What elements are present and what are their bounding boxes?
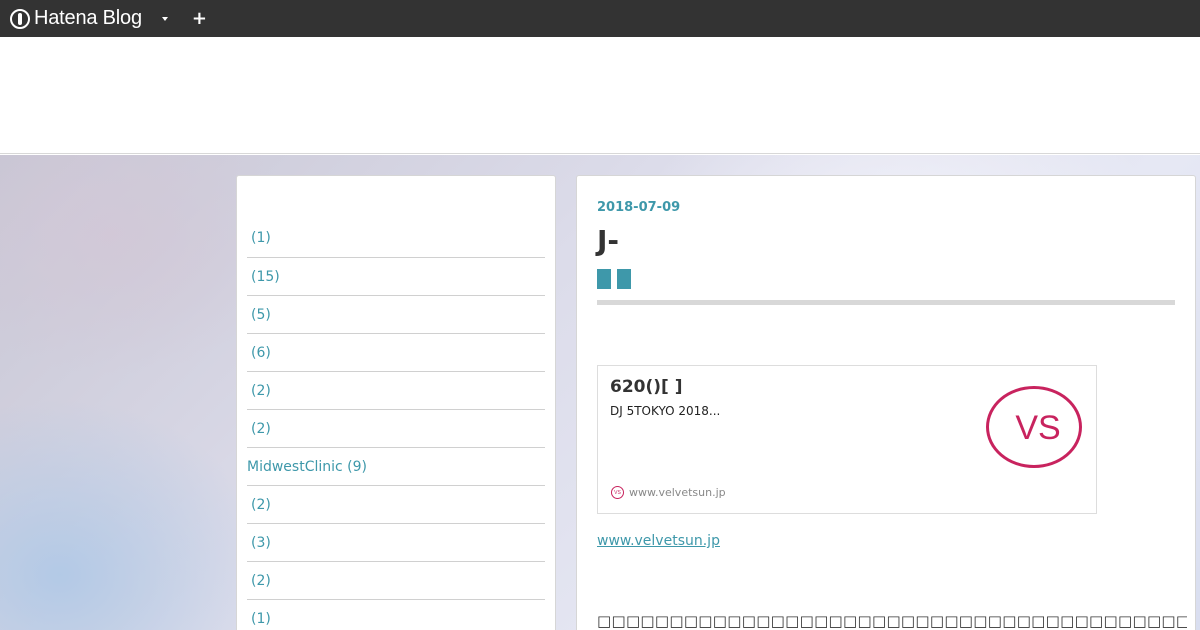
entry-date[interactable]: 2018-07-09 (597, 200, 680, 215)
category-link[interactable]: (2) (247, 372, 545, 410)
title-divider (597, 300, 1175, 305)
favicon-icon: VS (611, 486, 624, 499)
category-link[interactable]: (5) (247, 296, 545, 334)
hatena-blog-logo[interactable]: Hatena Blog (10, 7, 142, 30)
category-link[interactable]: (2) (247, 486, 545, 524)
embed-description: DJ 5TOKYO 2018... (610, 404, 721, 418)
entry-body-text: □□□□□□□□□□□□□□□□□□□□□□□□□□□□□□□□□□□□□□□□… (597, 612, 1187, 630)
hatena-logo-icon (10, 8, 30, 29)
embed-site: VS www.velvetsun.jp (611, 486, 726, 499)
category-link[interactable]: (1) (247, 600, 545, 630)
category-tag[interactable] (617, 269, 631, 289)
category-link[interactable]: (6) (247, 334, 545, 372)
category-link[interactable]: (2) (247, 410, 545, 448)
entry-categories (597, 269, 631, 289)
embed-site-url: www.velvetsun.jp (629, 486, 726, 499)
global-header: Hatena Blog + (0, 0, 1200, 37)
link-embed-card[interactable]: 620()[ ] DJ 5TOKYO 2018... VS VS www.vel… (597, 365, 1097, 514)
velvetsun-logo-image[interactable]: VS (986, 386, 1082, 468)
site-link[interactable]: www.velvetsun.jp (597, 533, 720, 549)
sidebar-categories: (1) (15) (5) (6) (2) (2) MidwestClinic (… (236, 175, 556, 630)
plus-icon[interactable]: + (192, 9, 207, 28)
category-tag[interactable] (597, 269, 611, 289)
category-link[interactable]: (3) (247, 524, 545, 562)
blog-header (0, 37, 1200, 154)
category-link[interactable]: (15) (247, 258, 545, 296)
article-card: 2018-07-09 J- 620()[ ] DJ 5TOKYO 2018...… (576, 175, 1196, 630)
brand-name: Hatena Blog (34, 7, 142, 29)
entry-title[interactable]: J- (597, 224, 619, 257)
chevron-down-icon[interactable] (161, 16, 168, 21)
category-link-midwestclinic[interactable]: MidwestClinic (9) (247, 448, 545, 486)
category-link[interactable]: (2) (247, 562, 545, 600)
embed-title[interactable]: 620()[ ] (610, 377, 682, 397)
category-link[interactable]: (1) (247, 224, 545, 258)
